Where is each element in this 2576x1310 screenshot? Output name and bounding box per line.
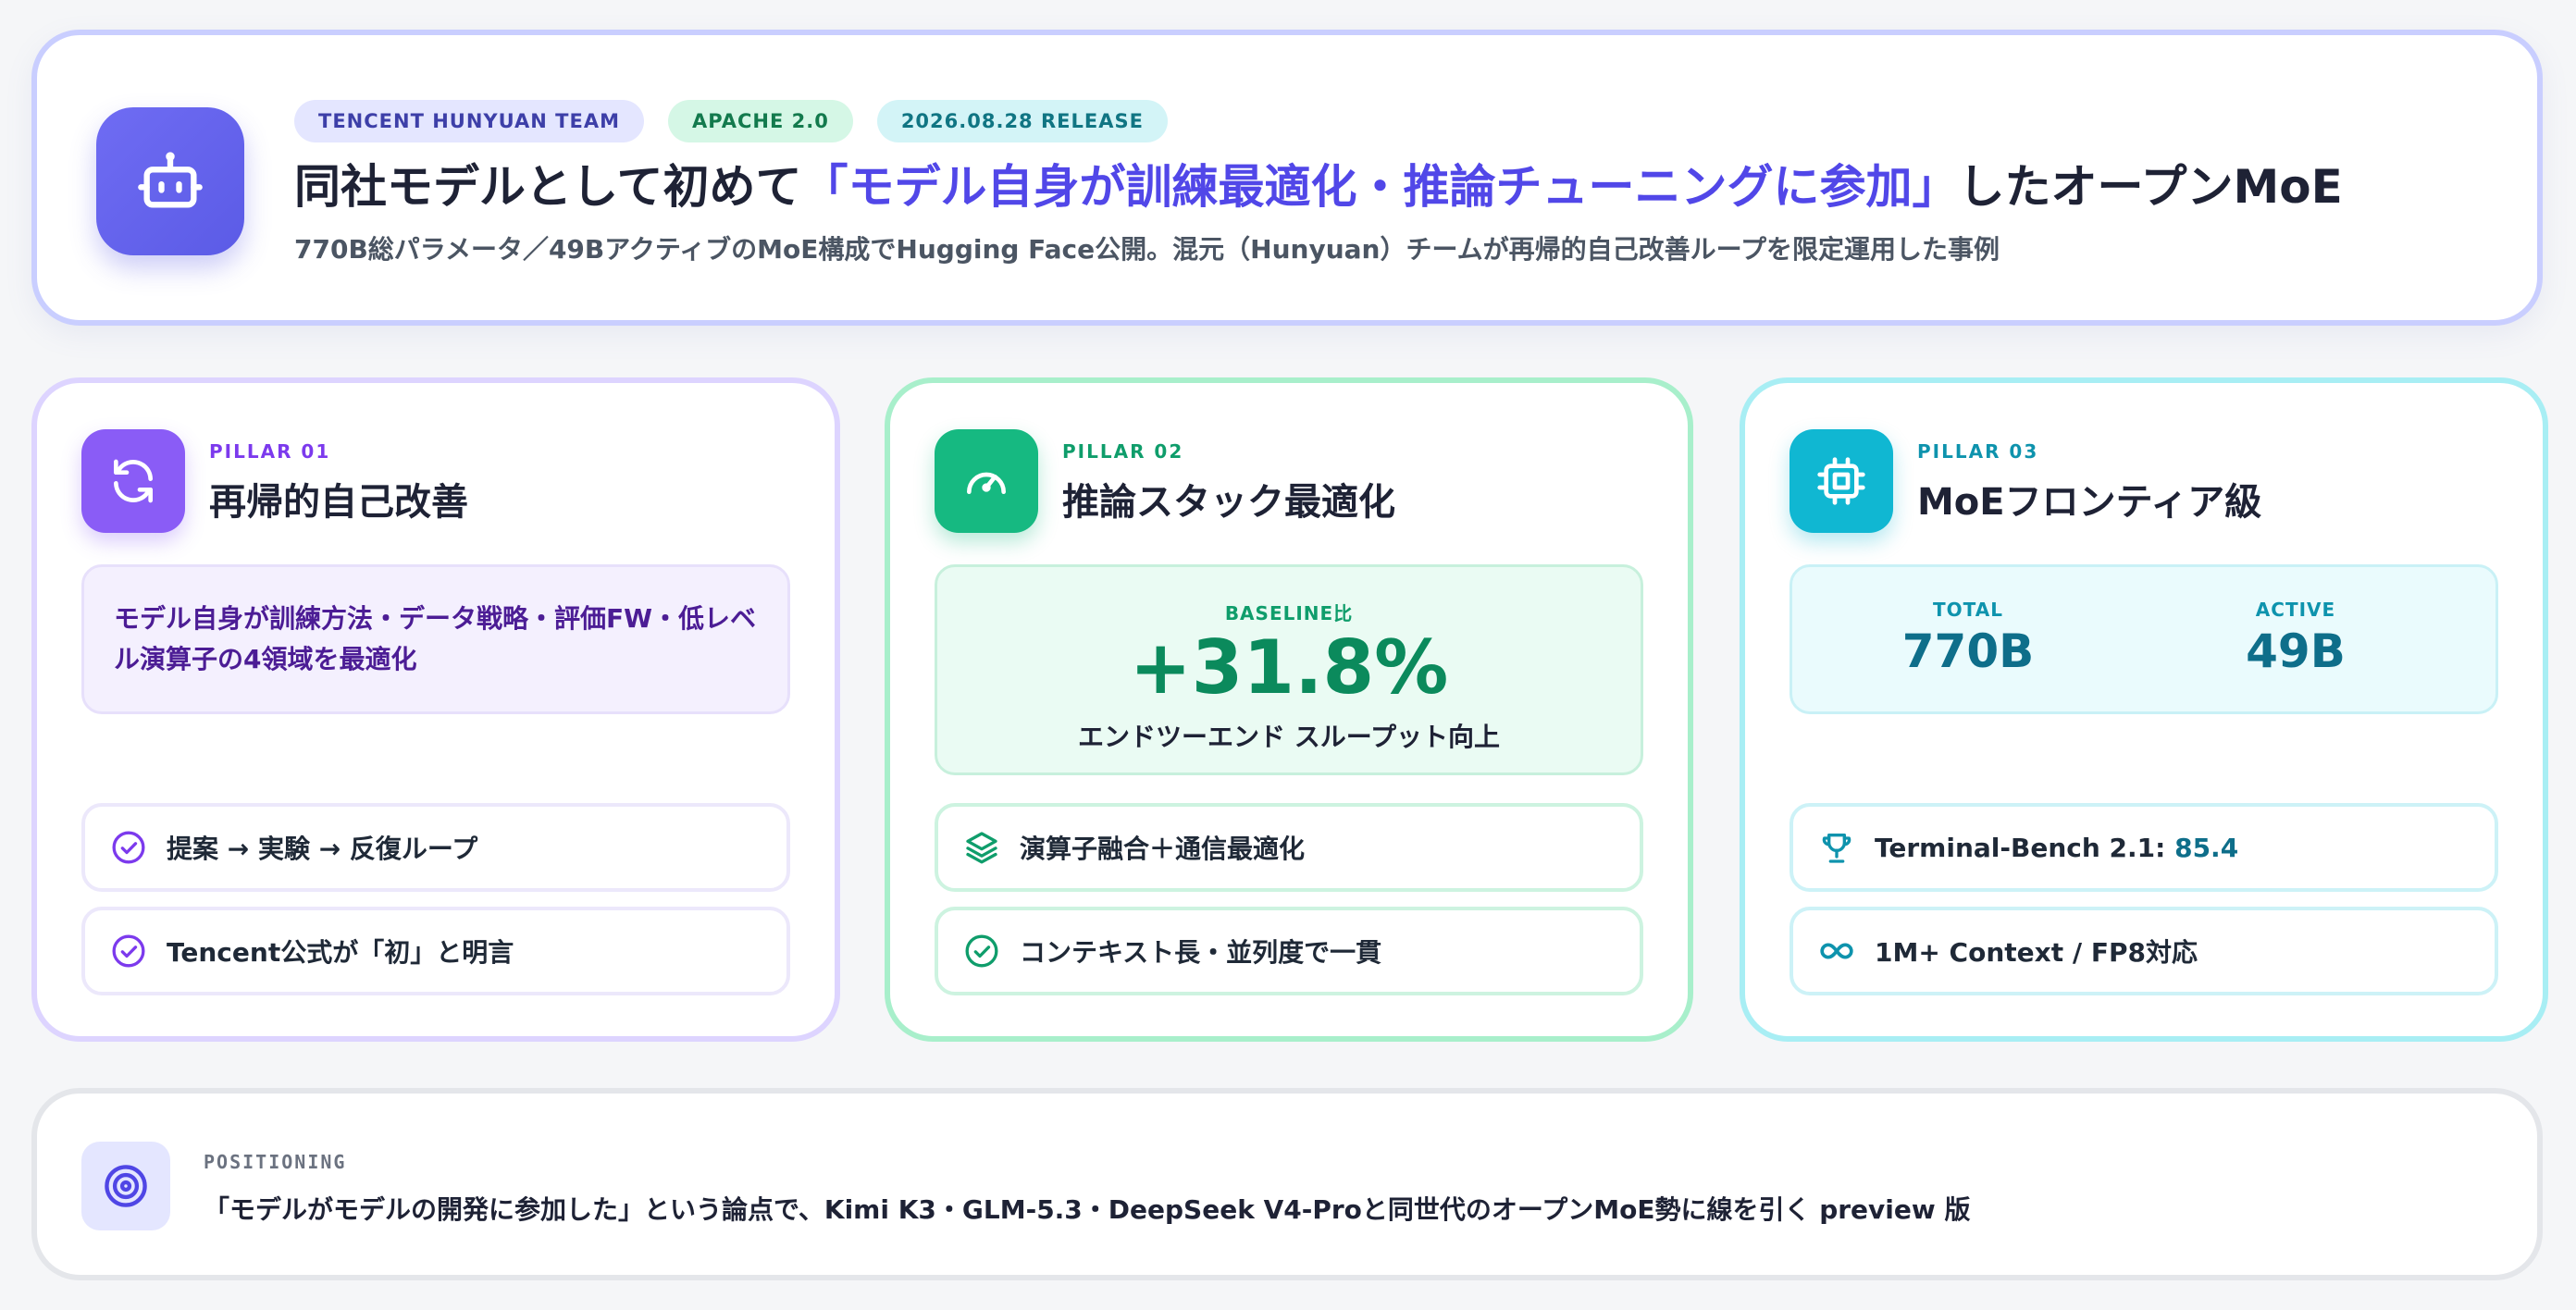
title-prefix: 同社モデルとして初めて [294, 160, 802, 214]
release-badge: 2026.08.28 RELEASE [876, 100, 1168, 142]
pillar-summary-box: モデル自身が訓練方法・データ戦略・評価FW・低レベル演算子の4領域を最適化 [81, 564, 790, 714]
metric-kicker: BASELINE比 [1224, 602, 1354, 624]
check-circle-icon [109, 932, 148, 970]
pillar-title: 再帰的自己改善 [209, 481, 468, 524]
title-suffix: したオープンMoE [1958, 160, 2343, 214]
list-item-text: Terminal-Bench 2.1: 85.4 [1875, 833, 2238, 863]
pillar-summary-text: モデル自身が訓練方法・データ戦略・評価FW・低レベル演算子の4領域を最適化 [114, 603, 757, 674]
list-item-text: コンテキスト長・並列度で一貫 [1020, 937, 1382, 968]
pillar-title: MoEフロンティア級 [1917, 481, 2262, 524]
stats-box: TOTAL 770B ACTIVE 49B [1790, 564, 2498, 714]
list-item-text: 提案 → 実験 → 反復ループ [167, 834, 478, 864]
positioning-card: POSITIONING 「モデルがモデルの開発に参加した」という論点で、Kimi… [31, 1088, 2543, 1280]
pillar-card-3: PILLAR 03 MoEフロンティア級 TOTAL 770B ACTIVE 4… [1740, 377, 2548, 1042]
list-item: コンテキスト長・並列度で一貫 [935, 907, 1643, 995]
stat-label: TOTAL [1933, 599, 2003, 621]
robot-icon [96, 107, 244, 255]
list-item-text: Tencent公式が「初」と明言 [167, 937, 514, 968]
refresh-icon [81, 429, 185, 533]
stat-value: 770B [1901, 624, 2035, 678]
metric-caption: エンドツーエンド スループット向上 [1077, 722, 1501, 752]
pillar-label: PILLAR 01 [209, 440, 331, 463]
stat-total: TOTAL 770B [1829, 599, 2107, 678]
layers-icon [962, 828, 1001, 867]
list-item: 1M+ Context / FP8対応 [1790, 907, 2498, 995]
stat-active: ACTIVE 49B [2157, 599, 2434, 678]
pillar-card-2: PILLAR 02 推論スタック最適化 BASELINE比 +31.8% エンド… [885, 377, 1693, 1042]
license-badge: APACHE 2.0 [668, 100, 853, 142]
pillar-title: 推論スタック最適化 [1062, 481, 1395, 524]
page-title: 同社モデルとして初めて「モデル自身が訓練最適化・推論チューニングに参加」したオー… [294, 150, 2515, 216]
list-item-text: 1M+ Context / FP8対応 [1875, 937, 2198, 968]
title-accent: 「モデル自身が訓練最適化・推論チューニングに参加」 [801, 160, 1959, 214]
page-subtitle: 770B総パラメータ／49BアクティブのMoE構成でHugging Face公開… [294, 234, 2000, 265]
target-icon [81, 1142, 170, 1230]
header-card: TENCENT HUNYUAN TEAM APACHE 2.0 2026.08.… [31, 30, 2543, 326]
list-item-text: 演算子融合＋通信最適化 [1020, 834, 1306, 864]
benchmark-name: Terminal-Bench 2.1: [1875, 832, 2175, 863]
positioning-text: 「モデルがモデルの開発に参加した」という論点で、Kimi K3・GLM-5.3・… [204, 1194, 1971, 1225]
pillar-label: PILLAR 02 [1062, 440, 1184, 463]
positioning-label: POSITIONING [204, 1151, 347, 1173]
list-item: Terminal-Bench 2.1: 85.4 [1790, 803, 2498, 892]
stat-value: 49B [2246, 624, 2346, 678]
chip-icon [1790, 429, 1893, 533]
gauge-icon [935, 429, 1038, 533]
trophy-icon [1817, 828, 1856, 867]
infinity-icon [1817, 932, 1856, 970]
pillar-label: PILLAR 03 [1917, 440, 2039, 463]
team-badge: TENCENT HUNYUAN TEAM [294, 100, 644, 142]
benchmark-score: 85.4 [2174, 832, 2239, 863]
badge-row: TENCENT HUNYUAN TEAM APACHE 2.0 2026.08.… [294, 100, 1168, 142]
list-item: Tencent公式が「初」と明言 [81, 907, 790, 995]
check-circle-icon [962, 932, 1001, 970]
list-item: 提案 → 実験 → 反復ループ [81, 803, 790, 892]
metric-box: BASELINE比 +31.8% エンドツーエンド スループット向上 [935, 564, 1643, 775]
check-circle-icon [109, 828, 148, 867]
metric-value: +31.8% [1129, 624, 1449, 711]
pillar-card-1: PILLAR 01 再帰的自己改善 モデル自身が訓練方法・データ戦略・評価FW・… [31, 377, 840, 1042]
stat-label: ACTIVE [2255, 599, 2336, 621]
list-item: 演算子融合＋通信最適化 [935, 803, 1643, 892]
